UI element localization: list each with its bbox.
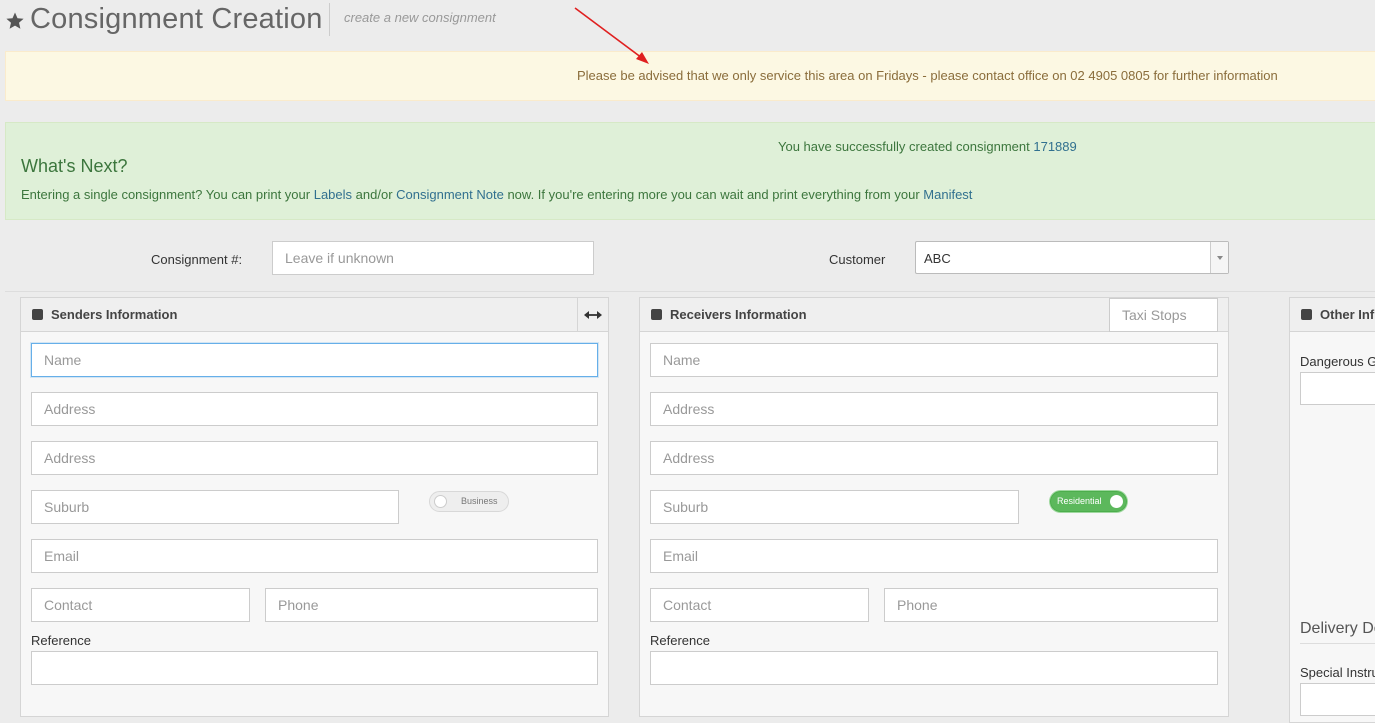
dangerous-goods-label: Dangerous G <box>1300 354 1375 369</box>
delivery-details-rule <box>1300 643 1375 644</box>
next-text-part: Entering a single consignment? You can p… <box>21 187 311 202</box>
receiver-contact-input[interactable]: Contact <box>650 588 869 622</box>
row-divider <box>5 291 1375 292</box>
consignment-number-link[interactable]: 171889 <box>1033 139 1076 154</box>
next-text-part: now. If you're entering more you can wai… <box>507 187 920 202</box>
chevron-down-icon[interactable] <box>1210 242 1228 273</box>
senders-panel-header: Senders Information <box>21 298 608 332</box>
success-message-text: You have successfully created consignmen… <box>778 139 1030 154</box>
receiver-address1-input[interactable]: Address <box>650 392 1218 426</box>
receivers-panel-title: Receivers Information <box>670 307 807 322</box>
other-info-panel-title: Other Inf <box>1320 307 1375 322</box>
receiver-reference-label: Reference <box>650 633 710 648</box>
toggle-knob <box>1110 495 1123 508</box>
special-instructions-input[interactable] <box>1300 683 1375 716</box>
sender-email-input[interactable]: Email <box>31 539 598 573</box>
receiver-suburb-input[interactable]: Suburb <box>650 490 1019 524</box>
panel-square-icon <box>1301 309 1312 320</box>
consignment-number-input[interactable]: Leave if unknown <box>272 241 594 275</box>
receiver-email-input[interactable]: Email <box>650 539 1218 573</box>
sender-address2-input[interactable]: Address <box>31 441 598 475</box>
whats-next-text: Entering a single consignment? You can p… <box>21 187 972 202</box>
page-title: Consignment Creation <box>30 3 323 35</box>
toggle-label: Business <box>461 496 498 506</box>
sender-reference-input[interactable] <box>31 651 598 685</box>
dangerous-goods-input[interactable] <box>1300 372 1375 405</box>
warning-alert: Please be advised that we only service t… <box>5 51 1375 101</box>
whats-next-heading: What's Next? <box>21 156 128 176</box>
delivery-details-heading: Delivery De <box>1300 620 1375 637</box>
consignment-number-label: Consignment #: <box>151 252 243 267</box>
star-icon <box>6 12 24 29</box>
sender-business-toggle[interactable]: Business <box>429 491 509 512</box>
customer-label: Customer <box>829 252 886 267</box>
annotation-arrow-icon <box>574 7 649 64</box>
sender-suburb-input[interactable]: Suburb <box>31 490 399 524</box>
receiver-address2-input[interactable]: Address <box>650 441 1218 475</box>
success-message: You have successfully created consignmen… <box>778 139 1077 154</box>
sender-phone-input[interactable]: Phone <box>265 588 598 622</box>
sender-contact-input[interactable]: Contact <box>31 588 250 622</box>
toggle-knob <box>434 495 447 508</box>
customer-select[interactable]: ABC <box>915 241 1229 274</box>
next-text-part: and/or <box>355 187 393 202</box>
page-subtitle: create a new consignment <box>344 10 496 25</box>
sender-reference-label: Reference <box>31 633 91 648</box>
receivers-panel-header: Receivers Information Taxi Stops <box>640 298 1228 332</box>
labels-link[interactable]: Labels <box>314 187 352 202</box>
receiver-name-input[interactable]: Name <box>650 343 1218 377</box>
warning-alert-text: Please be advised that we only service t… <box>577 68 1278 83</box>
title-divider <box>329 3 330 36</box>
receiver-residential-toggle[interactable]: Residential <box>1050 491 1127 512</box>
taxi-stops-input[interactable]: Taxi Stops <box>1109 298 1218 332</box>
sender-name-input[interactable]: Name <box>31 343 598 377</box>
receiver-reference-input[interactable] <box>650 651 1218 685</box>
panel-square-icon <box>651 309 662 320</box>
special-instructions-label: Special Instru <box>1300 665 1375 680</box>
consignment-note-link[interactable]: Consignment Note <box>396 187 504 202</box>
sender-address1-input[interactable]: Address <box>31 392 598 426</box>
panel-square-icon <box>32 309 43 320</box>
senders-panel-title: Senders Information <box>51 307 178 322</box>
receiver-phone-input[interactable]: Phone <box>884 588 1218 622</box>
toggle-label: Residential <box>1057 496 1102 506</box>
manifest-link[interactable]: Manifest <box>923 187 972 202</box>
horizontal-resize-icon[interactable] <box>577 298 608 331</box>
other-info-panel-header: Other Inf <box>1290 298 1375 332</box>
success-alert: You have successfully created consignmen… <box>5 122 1375 220</box>
customer-select-value: ABC <box>924 251 951 266</box>
